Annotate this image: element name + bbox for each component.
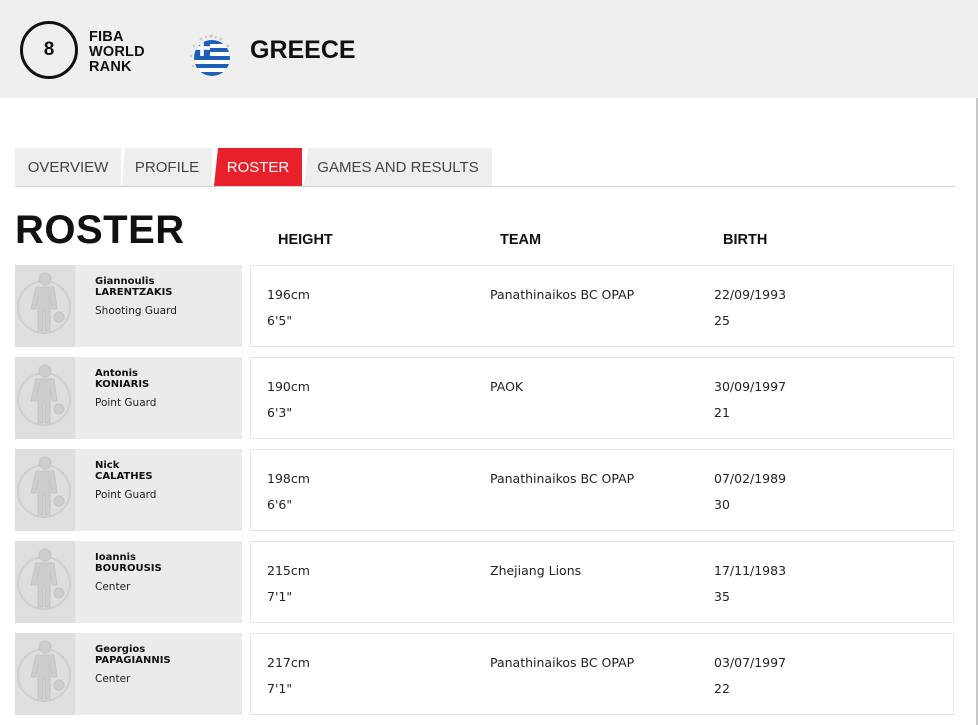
section-title: ROSTER bbox=[15, 208, 185, 252]
country-name: GREECE bbox=[250, 36, 356, 64]
birth-date: 22/09/1993 bbox=[714, 287, 787, 302]
height-ft: 6'3" bbox=[267, 405, 293, 420]
tab-games-and-results[interactable]: GAMES AND RESULTS bbox=[304, 148, 492, 186]
player-age: 30 bbox=[714, 497, 730, 512]
player-card[interactable]: Nick CALATHES Point Guard bbox=[15, 449, 242, 531]
height-ft: 7'1" bbox=[267, 681, 293, 696]
height-ft: 7'1" bbox=[267, 589, 293, 604]
rank-label-line: WORLD bbox=[89, 44, 145, 60]
height-cm: 215cm bbox=[267, 563, 310, 578]
player-card[interactable]: Georgios PAPAGIANNIS Center bbox=[15, 633, 242, 715]
player-age: 25 bbox=[714, 313, 730, 328]
player-age: 22 bbox=[714, 681, 730, 696]
world-rank-badge: 8 bbox=[20, 21, 78, 79]
team-name[interactable]: Zhejiang Lions bbox=[490, 563, 581, 578]
player-card[interactable]: Antonis KONIARIS Point Guard bbox=[15, 357, 242, 439]
height-cm: 196cm bbox=[267, 287, 310, 302]
player-name[interactable]: Georgios PAPAGIANNIS bbox=[95, 644, 171, 666]
player-avatar bbox=[15, 633, 75, 715]
column-header-birth: BIRTH bbox=[723, 232, 768, 248]
player-position: Point Guard bbox=[95, 397, 157, 409]
player-name[interactable]: Nick CALATHES bbox=[95, 460, 153, 482]
height-ft: 6'5" bbox=[267, 313, 293, 328]
height-cm: 217cm bbox=[267, 655, 310, 670]
column-header-team: TEAM bbox=[500, 232, 542, 248]
player-avatar bbox=[15, 265, 75, 347]
rank-label-line: RANK bbox=[89, 59, 132, 75]
player-position: Center bbox=[95, 673, 131, 685]
player-age: 35 bbox=[714, 589, 730, 604]
world-rank-label: FIBA WORLD RANK bbox=[89, 30, 145, 75]
tab-label: OVERVIEW bbox=[27, 158, 109, 176]
player-first-name: Nick bbox=[95, 460, 120, 471]
player-age: 21 bbox=[714, 405, 730, 420]
birth-date: 30/09/1997 bbox=[714, 379, 787, 394]
player-last-name: PAPAGIANNIS bbox=[95, 655, 171, 666]
birth-date: 17/11/1983 bbox=[714, 563, 787, 578]
player-first-name: Antonis bbox=[95, 368, 139, 379]
team-name[interactable]: Panathinaikos BC OPAP bbox=[490, 287, 634, 302]
player-position: Shooting Guard bbox=[95, 305, 177, 317]
player-name[interactable]: Antonis KONIARIS bbox=[95, 368, 149, 390]
greece-flag-icon bbox=[194, 40, 230, 76]
birth-date: 07/02/1989 bbox=[714, 471, 787, 486]
tabs-underline bbox=[15, 186, 955, 187]
player-details-row: 217cm 7'1" Panathinaikos BC OPAP 03/07/1997… bbox=[250, 633, 954, 715]
tab-label: PROFILE bbox=[134, 158, 200, 176]
player-name[interactable]: Giannoulis LARENTZAKIS bbox=[95, 276, 173, 298]
player-last-name: LARENTZAKIS bbox=[95, 287, 173, 298]
team-header: 8 FIBA WORLD RANK GREECE bbox=[0, 0, 978, 98]
tab-label: ROSTER bbox=[226, 158, 290, 176]
player-details-row: 196cm 6'5" Panathinaikos BC OPAP 22/09/1993… bbox=[250, 265, 954, 347]
player-last-name: BOUROUSIS bbox=[95, 563, 162, 574]
height-ft: 6'6" bbox=[267, 497, 293, 512]
player-last-name: KONIARIS bbox=[95, 379, 150, 390]
player-position: Center bbox=[95, 581, 131, 593]
player-details-row: 190cm 6'3" PAOK 30/09/1997 21 bbox=[250, 357, 954, 439]
world-rank-number: 8 bbox=[43, 39, 55, 60]
rank-label-line: FIBA bbox=[89, 29, 124, 45]
column-header-height: HEIGHT bbox=[278, 232, 333, 248]
player-avatar bbox=[15, 357, 75, 439]
tab-label: GAMES AND RESULTS bbox=[317, 158, 479, 176]
player-card[interactable]: Ioannis BOUROUSIS Center bbox=[15, 541, 242, 623]
player-first-name: Giannoulis bbox=[95, 276, 155, 287]
player-card[interactable]: Giannoulis LARENTZAKIS Shooting Guard bbox=[15, 265, 242, 347]
team-name[interactable]: Panathinaikos BC OPAP bbox=[490, 655, 634, 670]
tab-profile[interactable]: PROFILE bbox=[122, 148, 212, 186]
player-first-name: Georgios bbox=[95, 644, 146, 655]
player-avatar bbox=[15, 541, 75, 623]
tab-roster[interactable]: ROSTER bbox=[214, 148, 302, 186]
player-last-name: CALATHES bbox=[95, 471, 153, 482]
tab-overview[interactable]: OVERVIEW bbox=[15, 148, 121, 186]
player-details-row: 215cm 7'1" Zhejiang Lions 17/11/1983 35 bbox=[250, 541, 954, 623]
player-details-row: 198cm 6'6" Panathinaikos BC OPAP 07/02/1989… bbox=[250, 449, 954, 531]
team-name[interactable]: PAOK bbox=[490, 379, 523, 394]
birth-date: 03/07/1997 bbox=[714, 655, 787, 670]
player-name[interactable]: Ioannis BOUROUSIS bbox=[95, 552, 162, 574]
height-cm: 198cm bbox=[267, 471, 310, 486]
team-name[interactable]: Panathinaikos BC OPAP bbox=[490, 471, 634, 486]
height-cm: 190cm bbox=[267, 379, 310, 394]
player-position: Point Guard bbox=[95, 489, 157, 501]
player-avatar bbox=[15, 449, 75, 531]
player-first-name: Ioannis bbox=[95, 552, 136, 563]
